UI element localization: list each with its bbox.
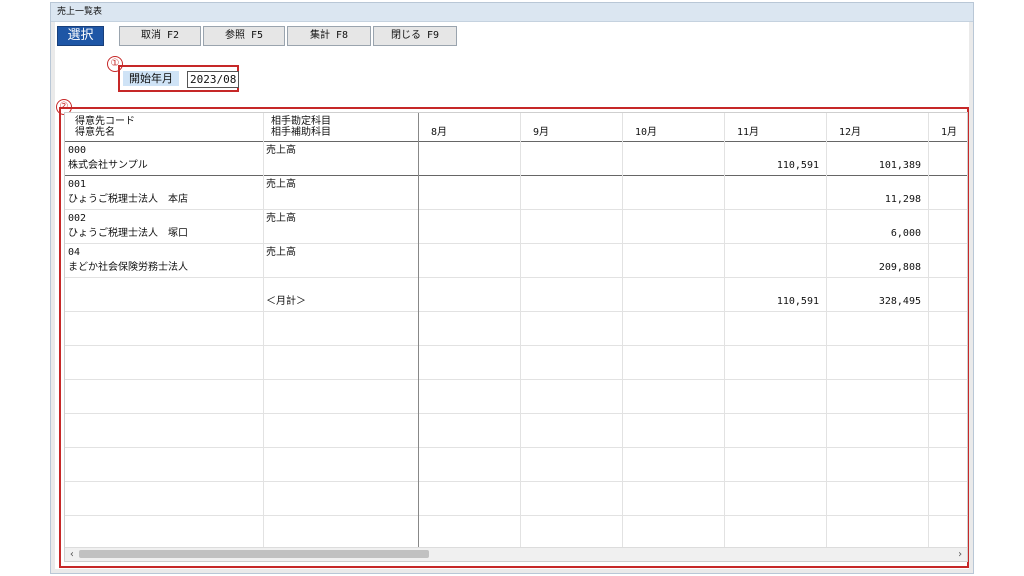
row-0-code[interactable]: 000 <box>68 144 86 157</box>
col-divider-dec <box>826 113 827 549</box>
start-month-input[interactable]: 2023/08 <box>187 71 240 88</box>
header-month-1: 1月 <box>941 127 958 138</box>
col-divider-sep <box>520 113 521 549</box>
row-divider-5 <box>65 311 967 312</box>
col-divider-fixed <box>418 113 419 549</box>
cancel-button[interactable]: 取消 F2 <box>119 26 201 46</box>
select-button[interactable]: 選択 <box>57 26 104 46</box>
aggregate-button[interactable]: 集計 F8 <box>287 26 371 46</box>
col-divider-account <box>263 113 264 549</box>
row-1-dec[interactable]: 11,298 <box>827 193 921 206</box>
row-2-name[interactable]: ひょうご税理士法人 塚口 <box>68 227 188 240</box>
scroll-right-icon[interactable]: › <box>954 548 966 561</box>
header-month-10: 10月 <box>635 127 658 138</box>
header-month-11: 11月 <box>737 127 760 138</box>
row-divider-6 <box>65 345 967 346</box>
row-divider-7 <box>65 379 967 380</box>
window-title: 売上一覧表 <box>51 3 973 22</box>
sales-grid: 得意先コード 得意先名 相手勘定科目 相手補助科目 8月 9月 10月 11月 … <box>64 112 968 562</box>
row-3-account[interactable]: 売上高 <box>266 246 296 259</box>
scrollbar-thumb[interactable] <box>79 550 429 558</box>
row-2-code[interactable]: 002 <box>68 212 86 225</box>
row-1-account[interactable]: 売上高 <box>266 178 296 191</box>
row-3-code[interactable]: 04 <box>68 246 80 259</box>
sales-list-window: 売上一覧表 選択 取消 F2 参照 F5 集計 F8 閉じる F9 ① 開始年月… <box>50 2 974 574</box>
col-divider-oct <box>622 113 623 549</box>
scroll-left-icon[interactable]: ‹ <box>66 548 78 561</box>
col-divider-nov <box>724 113 725 549</box>
header-month-9: 9月 <box>533 127 550 138</box>
row-1-name[interactable]: ひょうご税理士法人 本店 <box>68 193 188 206</box>
header-subaccount: 相手補助科目 <box>271 127 331 138</box>
row-3-name[interactable]: まどか社会保険労務士法人 <box>68 261 188 274</box>
header-month-8: 8月 <box>431 127 448 138</box>
total-label: ＜月計＞ <box>266 296 306 307</box>
row-divider-1 <box>65 175 967 176</box>
row-divider-9 <box>65 447 967 448</box>
refer-button[interactable]: 参照 F5 <box>203 26 285 46</box>
total-nov: 110,591 <box>776 296 819 307</box>
row-2-account[interactable]: 売上高 <box>266 212 296 225</box>
header-divider <box>65 141 967 142</box>
start-month-label: 開始年月 <box>123 71 179 86</box>
col-divider-jan <box>928 113 929 549</box>
row-divider-11 <box>65 515 967 516</box>
row-divider-8 <box>65 413 967 414</box>
close-button[interactable]: 閉じる F9 <box>373 26 457 46</box>
row-divider-3 <box>65 243 967 244</box>
row-0-dec[interactable]: 101,389 <box>827 159 921 172</box>
row-0-nov[interactable]: 110,591 <box>725 159 819 172</box>
header-name: 得意先名 <box>75 127 115 138</box>
total-dec: 328,495 <box>878 296 921 307</box>
client-area: 選択 取消 F2 参照 F5 集計 F8 閉じる F9 ① 開始年月 2023/… <box>55 22 969 569</box>
row-divider-10 <box>65 481 967 482</box>
row-0-name[interactable]: 株式会社サンプル <box>68 159 148 172</box>
horizontal-scrollbar[interactable]: ‹ › <box>65 547 967 561</box>
row-divider-4 <box>65 277 967 278</box>
row-1-code[interactable]: 001 <box>68 178 86 191</box>
header-month-12: 12月 <box>839 127 862 138</box>
row-2-dec[interactable]: 6,000 <box>827 227 921 240</box>
row-0-account[interactable]: 売上高 <box>266 144 296 157</box>
row-divider-2 <box>65 209 967 210</box>
row-3-dec[interactable]: 209,808 <box>827 261 921 274</box>
